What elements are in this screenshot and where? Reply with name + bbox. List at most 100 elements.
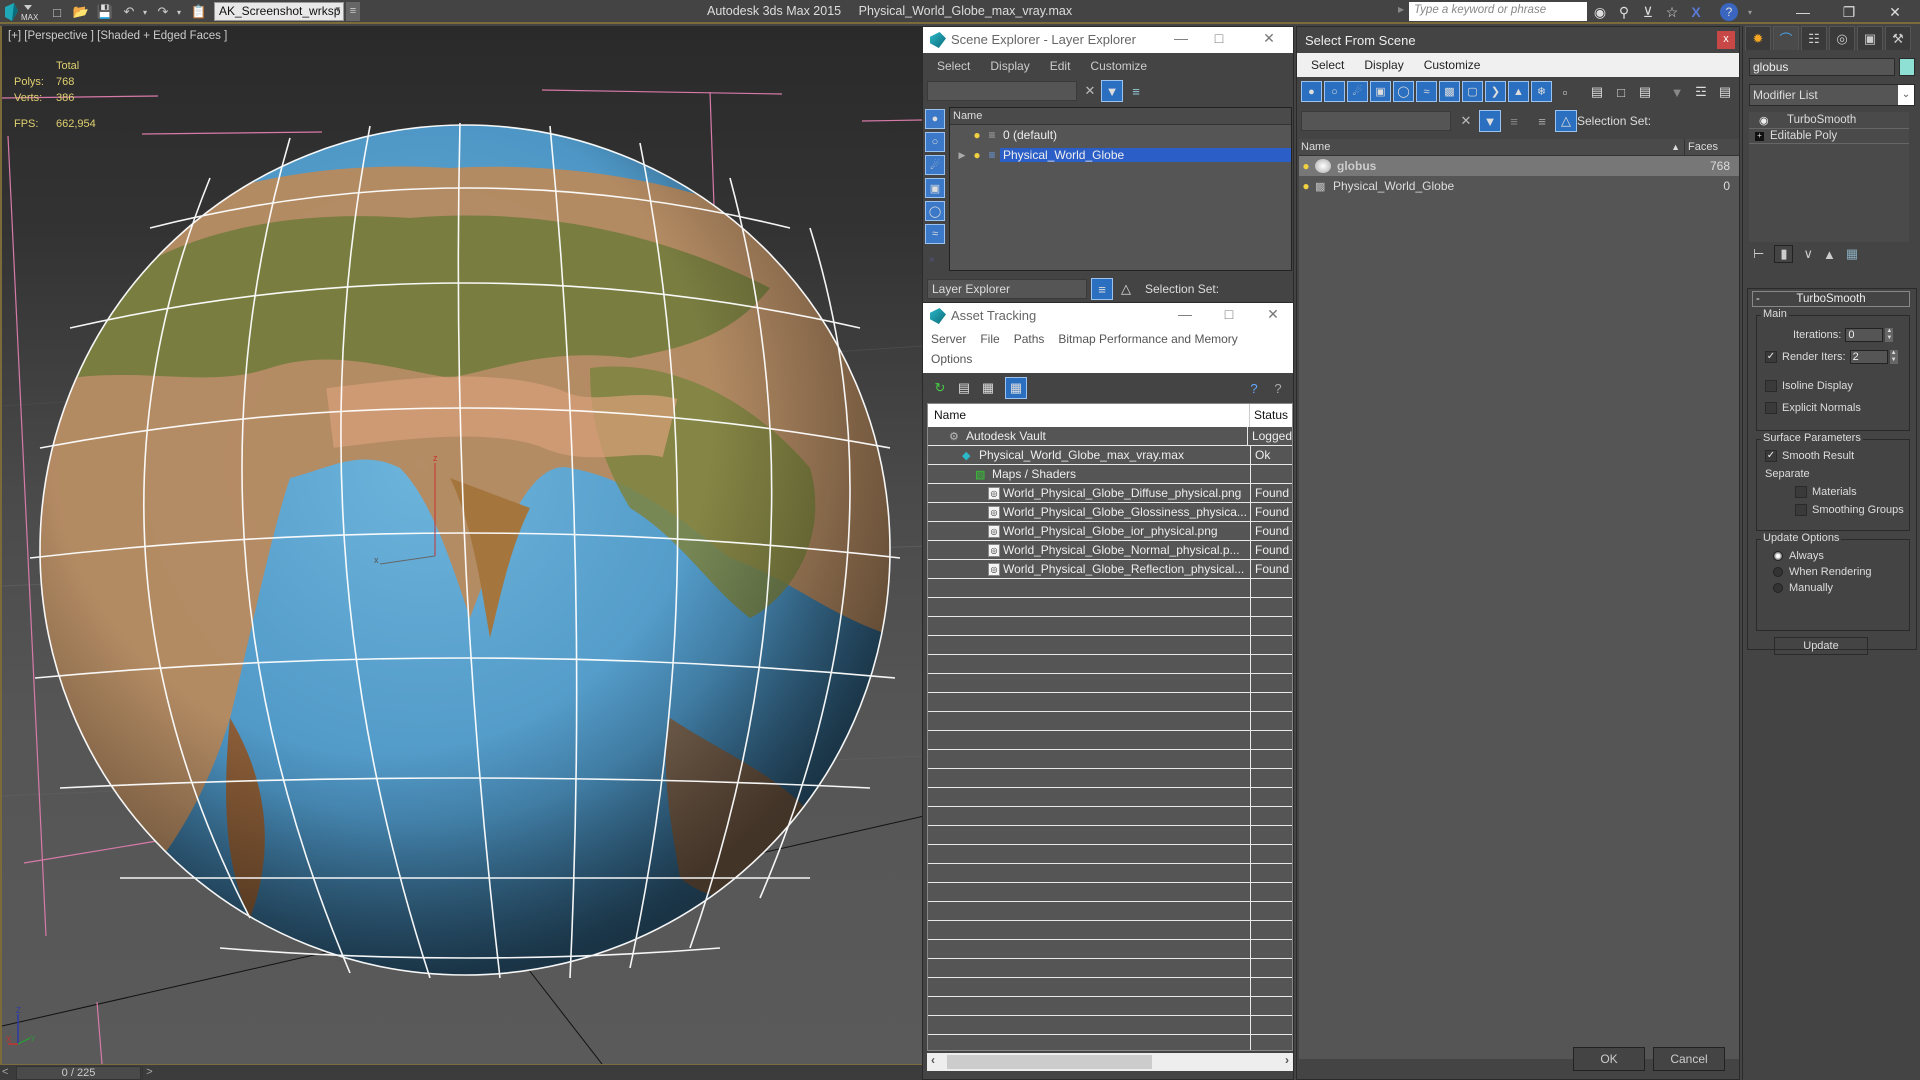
project-folder-icon[interactable]: 📋: [190, 3, 208, 21]
satellite-icon[interactable]: ⊻: [1638, 2, 1658, 22]
find-input[interactable]: [1301, 111, 1451, 131]
frozen-filter-icon[interactable]: ❄: [1531, 81, 1552, 102]
time-slider[interactable]: 0 / 225: [16, 1066, 141, 1080]
stack-item-turbosmooth[interactable]: ◉ TurboSmooth: [1749, 112, 1909, 128]
time-next-button[interactable]: >: [142, 1066, 156, 1080]
help-icon[interactable]: ?: [1720, 3, 1738, 21]
close-button[interactable]: ✕: [1263, 306, 1283, 326]
modifier-list-dropdown[interactable]: Modifier List ⌄: [1749, 84, 1915, 106]
sort-by-hierarchy-icon[interactable]: △: [1555, 110, 1577, 132]
close-button[interactable]: x: [1717, 31, 1735, 49]
scroll-left-icon[interactable]: ‹: [931, 1053, 935, 1067]
clear-search-icon[interactable]: ✕: [1079, 80, 1101, 102]
scene-explorer-titlebar[interactable]: Scene Explorer - Layer Explorer — □ ✕: [923, 27, 1293, 53]
sort-by-layer-icon[interactable]: ≡: [1531, 110, 1553, 132]
scroll-right-icon[interactable]: ›: [1285, 1053, 1289, 1067]
sort-by-layer-icon[interactable]: ≡: [1091, 278, 1113, 300]
column-header-name[interactable]: Name: [950, 108, 1291, 125]
create-tab-icon[interactable]: ✹: [1745, 26, 1771, 50]
asset-row[interactable]: ◎ World_Physical_Globe_Normal_physical.p.…: [928, 541, 1292, 560]
binoculars-icon[interactable]: ◉: [1590, 2, 1610, 22]
asset-row[interactable]: ◆ Physical_World_Globe_max_vray.max Ok: [928, 446, 1292, 465]
column-header-name[interactable]: Name: [928, 404, 1250, 427]
update-manually-radio[interactable]: Manually: [1773, 582, 1833, 594]
select-invert-icon[interactable]: ▤: [1634, 81, 1656, 103]
menu-customize[interactable]: Customize: [1424, 58, 1481, 72]
keyword-search-input[interactable]: Type a keyword or phrase: [1409, 2, 1587, 21]
bones-filter-icon[interactable]: ❯: [1485, 81, 1506, 102]
cameras-filter-icon[interactable]: ▣: [925, 178, 945, 198]
render-iters-spinner[interactable]: 2: [1849, 350, 1888, 364]
cancel-button[interactable]: Cancel: [1653, 1047, 1725, 1071]
smoothing-groups-checkbox[interactable]: [1795, 504, 1807, 516]
explicit-normals-checkbox[interactable]: [1765, 402, 1777, 414]
lights-filter-icon[interactable]: ☄: [1347, 81, 1368, 102]
asset-row[interactable]: ▧ Maps / Shaders: [928, 465, 1292, 484]
minimize-button[interactable]: —: [1780, 0, 1826, 24]
asset-tracking-titlebar[interactable]: Asset Tracking — □ ✕: [923, 303, 1293, 329]
filter-icon[interactable]: ▼: [1101, 80, 1123, 102]
visibility-bulb-icon[interactable]: ●: [1299, 179, 1313, 193]
scene-object-row[interactable]: ● globus 768: [1299, 156, 1739, 176]
help-dropdown-icon[interactable]: ▾: [1740, 2, 1760, 22]
select-from-scene-titlebar[interactable]: Select From Scene x: [1297, 27, 1739, 53]
app-logo-icon[interactable]: MAX: [2, 1, 40, 23]
select-all-icon[interactable]: ▤: [1586, 81, 1608, 103]
scene-object-row[interactable]: ● ▩ Physical_World_Globe 0: [1299, 176, 1739, 196]
update-always-radio[interactable]: Always: [1773, 550, 1824, 562]
menu-display[interactable]: Display: [990, 59, 1029, 73]
shapes-filter-icon[interactable]: ○: [1324, 81, 1345, 102]
columns-icon[interactable]: ▤: [1714, 81, 1736, 103]
show-end-result-icon[interactable]: ▮: [1774, 245, 1794, 263]
update-button[interactable]: Update: [1774, 637, 1868, 655]
containers-filter-icon[interactable]: ▲: [1508, 81, 1529, 102]
geometry-filter-icon[interactable]: ●: [1301, 81, 1322, 102]
remove-modifier-icon[interactable]: ▲: [1823, 247, 1836, 262]
isoline-checkbox[interactable]: [1765, 380, 1777, 392]
asset-row[interactable]: ◎ World_Physical_Globe_Glossiness_physica…: [928, 503, 1292, 522]
help-icon[interactable]: ?: [1243, 377, 1265, 399]
asset-row[interactable]: ◎ World_Physical_Globe_Diffuse_physical.p…: [928, 484, 1292, 503]
horizontal-scrollbar[interactable]: ‹ ›: [927, 1053, 1293, 1071]
asset-row[interactable]: ⚙ Autodesk Vault Logged: [928, 427, 1292, 446]
spacewarps-filter-icon[interactable]: ≈: [1416, 81, 1437, 102]
minimize-button[interactable]: —: [1175, 306, 1195, 326]
filter-icon[interactable]: ▼: [1479, 110, 1501, 132]
configure-modifier-sets-icon[interactable]: ▦: [1846, 246, 1858, 262]
visibility-bulb-icon[interactable]: ●: [1299, 159, 1313, 173]
clear-search-icon[interactable]: ✕: [1455, 110, 1477, 132]
asset-row[interactable]: ◎ World_Physical_Globe_Reflection_physica…: [928, 560, 1292, 579]
menu-bitmap-performance[interactable]: Bitmap Performance and Memory: [1058, 332, 1237, 346]
visibility-bulb-icon[interactable]: ●: [970, 128, 984, 142]
xrefs-filter-icon[interactable]: ▢: [1462, 81, 1483, 102]
menu-options[interactable]: Options: [931, 352, 972, 366]
lights-filter-icon[interactable]: ☄: [925, 155, 945, 175]
asset-row[interactable]: ◎ World_Physical_Globe_ior_physical.png Fo…: [928, 522, 1292, 541]
perspective-viewport[interactable]: z x [+] [Perspective ] [Shaded + Edged F…: [0, 26, 922, 1064]
redo-dropdown-icon[interactable]: ▾: [170, 3, 188, 21]
spinner-arrows-icon[interactable]: ▲ ▼: [1889, 350, 1898, 364]
table-view-icon[interactable]: ▦: [1005, 377, 1027, 399]
ok-button[interactable]: OK: [1573, 1047, 1645, 1071]
open-file-icon[interactable]: 📂: [72, 3, 90, 21]
filter-icon[interactable]: ▼: [1666, 81, 1688, 103]
column-header-status[interactable]: Status: [1250, 404, 1292, 427]
sort-by-hierarchy-icon[interactable]: △: [1115, 278, 1137, 300]
explorer-type-dropdown[interactable]: Layer Explorer ▾: [927, 279, 1100, 299]
column-header-name[interactable]: Name ▲: [1299, 139, 1685, 155]
scrollbar-thumb[interactable]: [947, 1055, 1152, 1069]
cameras-filter-icon[interactable]: ▣: [1370, 81, 1391, 102]
exchange-x-icon[interactable]: X: [1686, 2, 1706, 22]
menu-paths[interactable]: Paths: [1014, 332, 1045, 346]
object-color-swatch[interactable]: [1899, 58, 1915, 76]
layer-highlight-icon[interactable]: ≡: [1125, 80, 1147, 102]
close-button[interactable]: ✕: [1259, 30, 1279, 50]
make-unique-icon[interactable]: ∨: [1803, 246, 1813, 262]
smooth-result-checkbox[interactable]: ✓: [1765, 450, 1777, 462]
menu-file[interactable]: File: [980, 332, 999, 346]
helpers-filter-icon[interactable]: ◯: [925, 201, 945, 221]
thumbnail-view-icon[interactable]: ▦: [977, 377, 999, 399]
display-tab-icon[interactable]: ▣: [1857, 26, 1883, 50]
filter-options-icon[interactable]: ☲: [1690, 81, 1712, 103]
helpers-filter-icon[interactable]: ◯: [1393, 81, 1414, 102]
